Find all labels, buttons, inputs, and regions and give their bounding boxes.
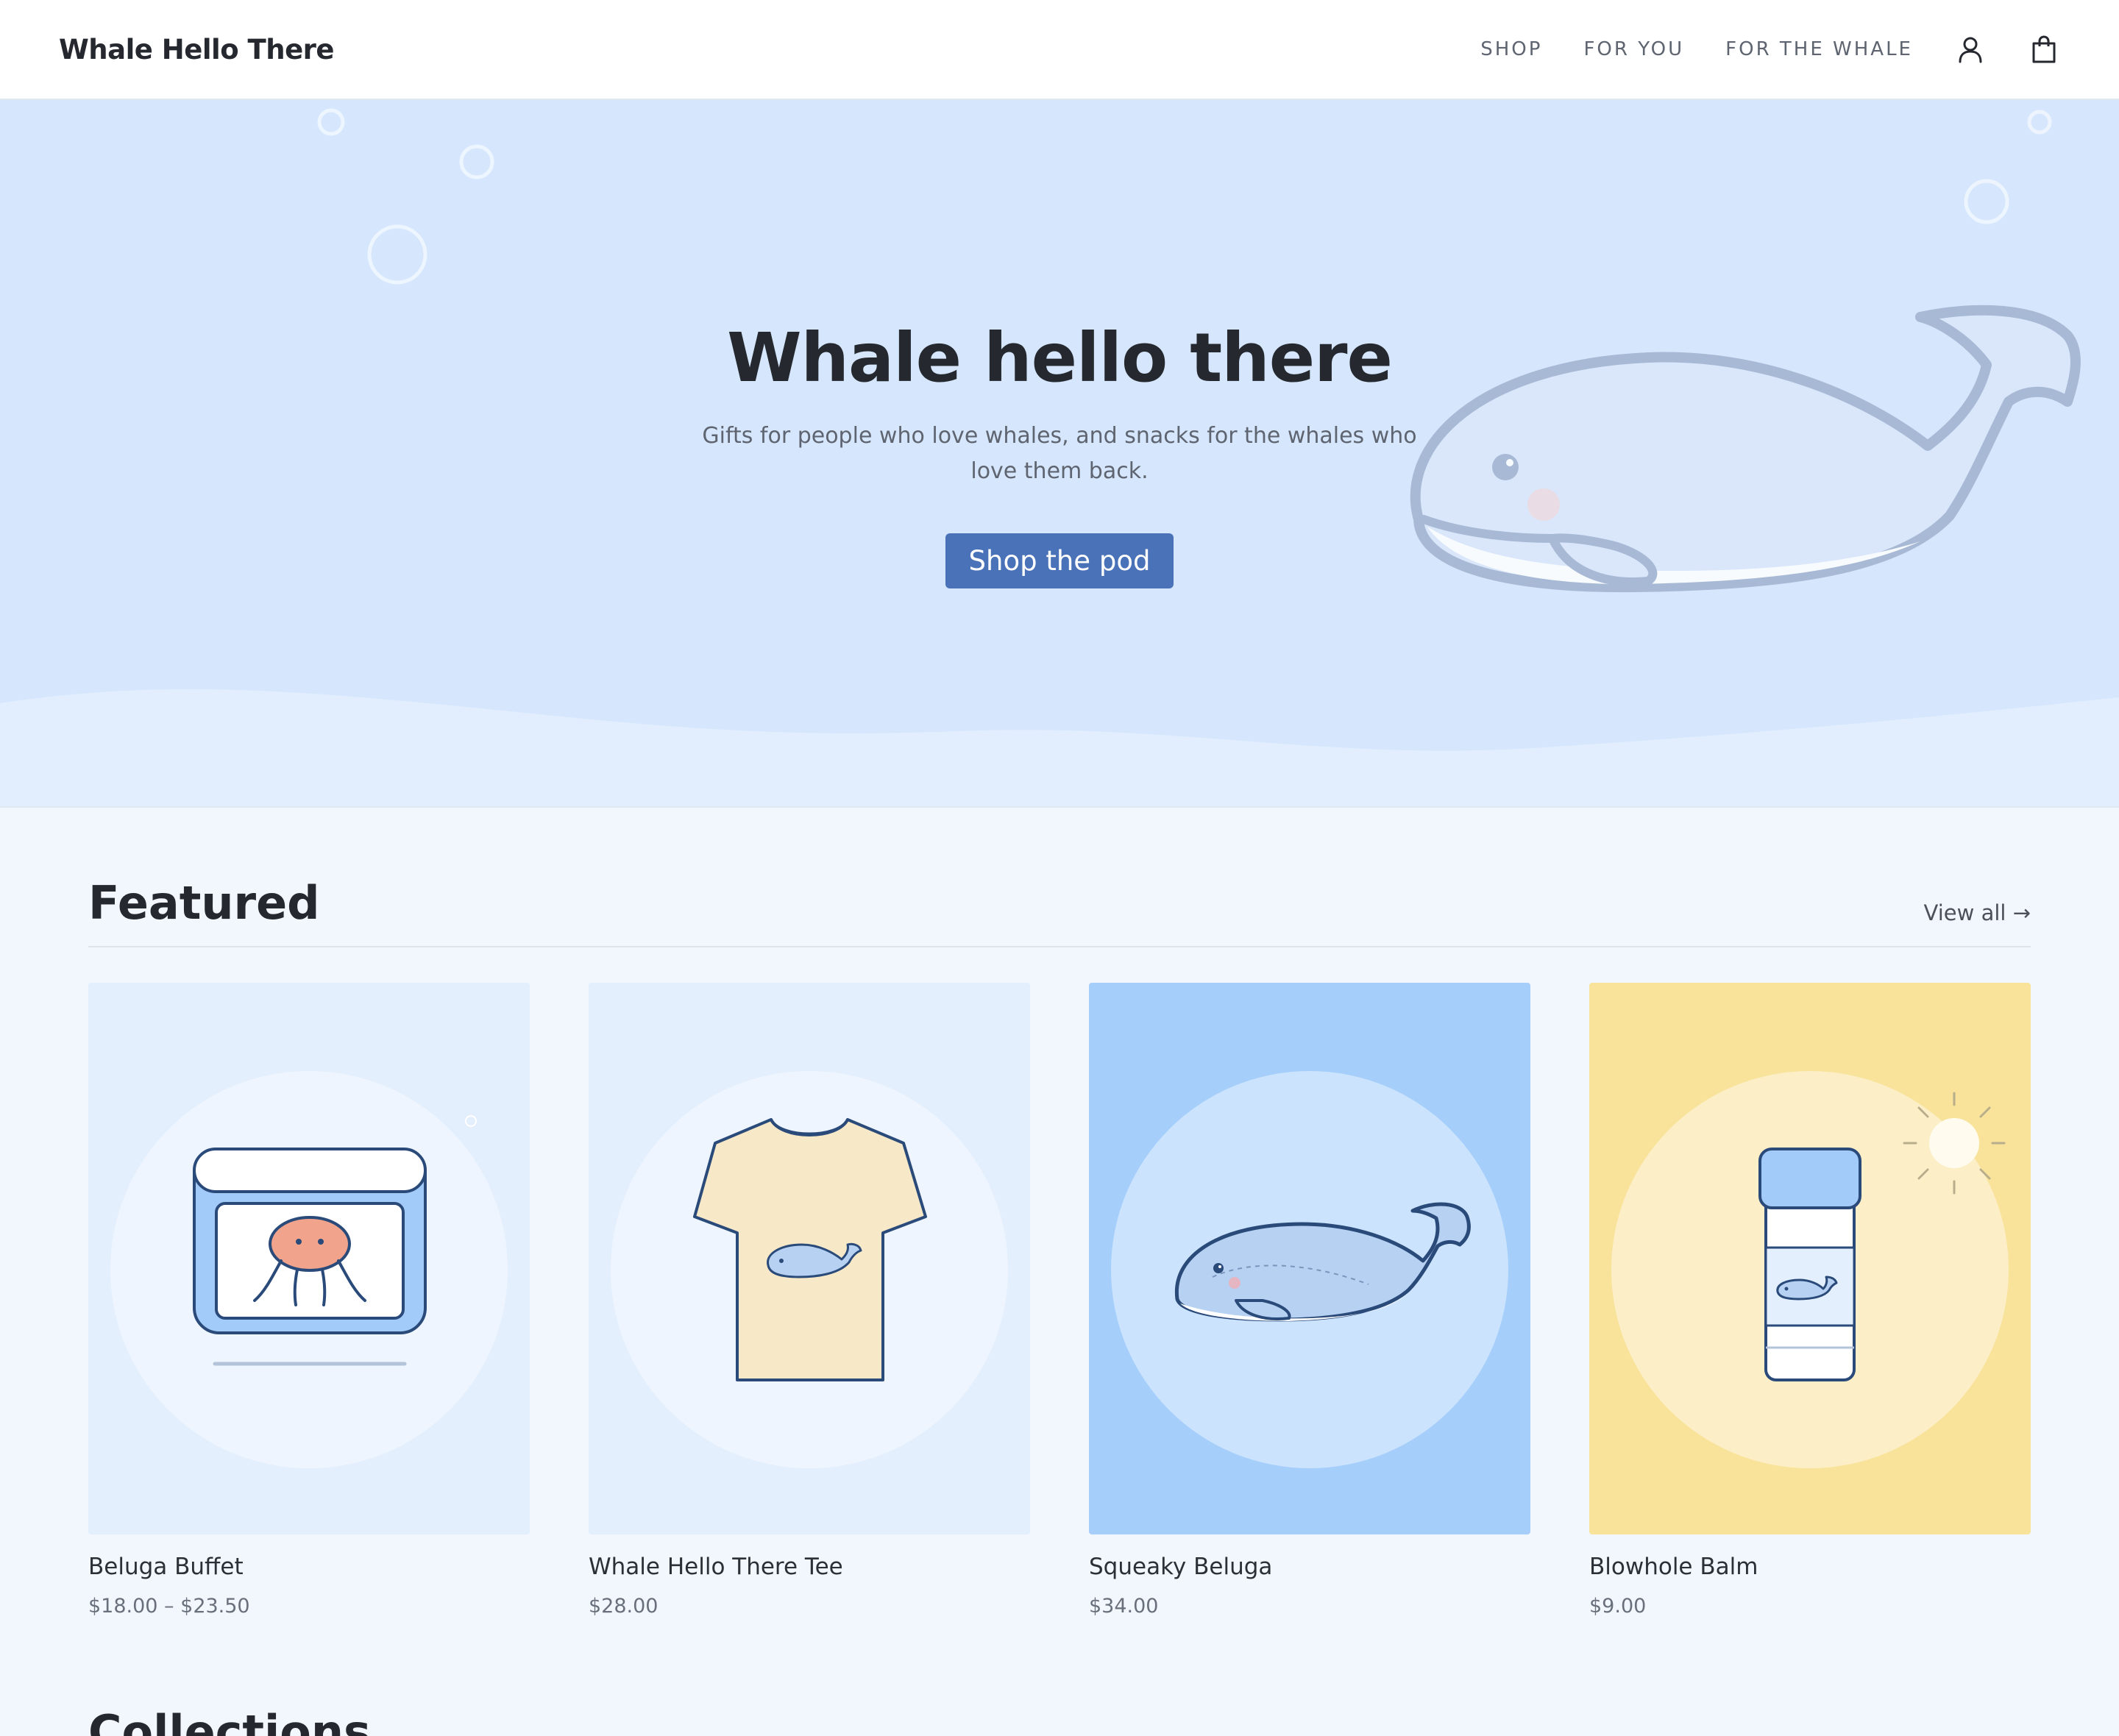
hero-banner: Whale hello there Gifts for people who l…: [0, 100, 2119, 808]
jellyfish-tin-illustration: [110, 1071, 508, 1468]
balm-tube-illustration: [1611, 1071, 2009, 1468]
product-grid: Beluga Buffet $18.00 – $23.50 Whale Hell…: [88, 983, 2031, 1618]
product-image[interactable]: [589, 983, 1030, 1534]
featured-header: Featured View all →: [88, 868, 2031, 947]
product-name[interactable]: Squeaky Beluga: [1089, 1554, 1530, 1580]
bag-icon[interactable]: [2028, 33, 2060, 65]
site-header: Whale Hello There SHOP FOR YOU FOR THE W…: [0, 0, 2119, 100]
product-name[interactable]: Whale Hello There Tee: [589, 1554, 1030, 1580]
product-card-squeaky-beluga[interactable]: Squeaky Beluga $34.00: [1089, 983, 1530, 1618]
product-card-whale-hello-there-tee[interactable]: Whale Hello There Tee $28.00: [589, 983, 1030, 1618]
product-image[interactable]: [1589, 983, 2031, 1534]
view-all-link[interactable]: View all →: [1924, 900, 2031, 925]
product-name[interactable]: Blowhole Balm: [1589, 1554, 2031, 1580]
brand-logo[interactable]: Whale Hello There: [59, 34, 335, 65]
shop-the-pod-button[interactable]: Shop the pod: [945, 533, 1174, 589]
featured-title: Featured: [88, 876, 320, 930]
bubbles-decoration: [317, 108, 2052, 285]
collections-title: Collections: [88, 1705, 371, 1736]
whale-tee-illustration: [611, 1071, 1008, 1468]
main-nav: SHOP FOR YOU FOR THE WHALE: [1480, 33, 2060, 65]
product-price: $34.00: [1089, 1595, 1159, 1618]
product-price: $28.00: [589, 1595, 659, 1618]
nav-for-the-whale[interactable]: FOR THE WHALE: [1725, 38, 1913, 60]
beluga-toy-illustration: [1111, 1071, 1508, 1468]
nav-for-you[interactable]: FOR YOU: [1583, 38, 1684, 60]
product-image[interactable]: [1089, 983, 1530, 1534]
wave-decoration: [0, 689, 2119, 806]
featured-section: Featured View all → Beluga Buffet $18.00…: [88, 868, 2031, 1618]
product-card-blowhole-balm[interactable]: Blowhole Balm $9.00: [1589, 983, 2031, 1618]
nav-shop[interactable]: SHOP: [1480, 38, 1542, 60]
product-name[interactable]: Beluga Buffet: [88, 1554, 530, 1580]
product-image[interactable]: [88, 983, 530, 1534]
hero-subtitle: Gifts for people who love whales, and sn…: [702, 423, 1417, 485]
product-price: $9.00: [1589, 1595, 1647, 1618]
hero-content: Whale hello there Gifts for people who l…: [0, 319, 2119, 589]
product-card-beluga-buffet[interactable]: Beluga Buffet $18.00 – $23.50: [88, 983, 530, 1618]
product-price: $18.00 – $23.50: [88, 1595, 250, 1618]
hero-title: Whale hello there: [727, 319, 1393, 397]
account-icon[interactable]: [1954, 33, 1987, 65]
